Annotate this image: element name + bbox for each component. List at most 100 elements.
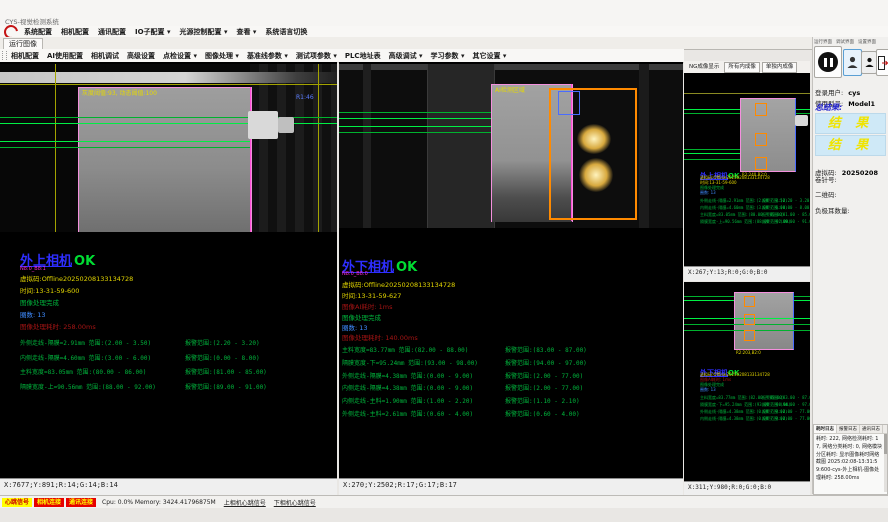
user-button[interactable] (843, 49, 862, 76)
tab-count-label: 负极耳数量: (815, 205, 850, 215)
heartbeat-status-badge: 心跳信号 (2, 498, 32, 507)
tool-advanced-settings[interactable]: 高级设置 (127, 51, 155, 61)
virtual-code: 虚拟码:Offline20250208133134728 (20, 273, 133, 283)
yellow-reference-line (55, 64, 56, 232)
tool-test-params[interactable]: 测试项参数 ▾ (296, 51, 337, 61)
measurement-list: 外侧走线-隔膜=2.91mm 范围:(2.00 - 3.50)报警范围:(2.2… (20, 338, 330, 396)
tool-other-settings[interactable]: 其它设置 ▾ (472, 51, 506, 61)
cpu-memory-text: Cpu: 0.0% Memory: 3424.41796875M (102, 499, 216, 506)
menu-language-switch[interactable]: 系统语言切换 (265, 27, 307, 37)
thumbnail-top-image[interactable]: R2:240,B2:0 外上相机OK 虚拟码:Offline2025020813… (684, 73, 810, 266)
threshold-overlay-text: 灰度阈值:93, 动态阈值:100 (82, 88, 157, 97)
process-elapsed: 图像处理耗时: 258.00ms (20, 321, 96, 331)
mini-measurement-list: 外侧走线-隔膜=2.91mm 范围:(2.00 - 3.50)报警范围:(2.2… (700, 198, 808, 226)
menubar: 系统配置 相机配置 通讯配置 IO子配置 ▾ 光源控制配置 ▾ 查看 ▾ 系统语… (0, 26, 888, 37)
turn-count: 圈数: 13 (700, 387, 716, 393)
qrcode-label: 二维码: (815, 189, 837, 199)
pixel-coords: X:7677;Y:891;R:14;G:14;B:14 (0, 479, 337, 489)
log-tab-comm[interactable]: 通讯日志 (860, 425, 883, 433)
tool-plc-table[interactable]: PLC地址表 (345, 51, 381, 61)
capture-time: 时间:13-31-59-627 (342, 290, 401, 300)
output-tag: N8:0_B8:1 (20, 266, 46, 272)
menu-view[interactable]: 查看 ▾ (236, 27, 256, 37)
app-window: CYS-视觉检测系统 系统配置 相机配置 通讯配置 IO子配置 ▾ 光源控制配置… (0, 0, 888, 522)
tool-ai-config[interactable]: AI使用配置 (47, 51, 83, 61)
thumbnail-bottom-image[interactable]: R2:203,B2:0 外下相机OK 虚拟码:Offline2025020813… (684, 282, 810, 481)
virtual-code: 虚拟码:Offline20250208133134728 (342, 279, 455, 289)
left-camera-image[interactable]: 灰度阈值:93, 动态阈值:100 R1:46 (0, 64, 337, 232)
log-tab-elapsed[interactable]: 耗时日志 (814, 425, 837, 433)
tab-all-image[interactable]: 所有内成像 (724, 62, 760, 73)
lower-camera-heartbeat-link[interactable]: 下相机心跳信号 (274, 498, 316, 507)
left-coord-bar: X:7677;Y:891;R:14;G:14;B:14 (0, 478, 337, 495)
tool-image-process[interactable]: 图像处理 ▾ (205, 51, 239, 61)
tool-spot-check[interactable]: 点检设置 ▾ (163, 51, 197, 61)
capture-time: 时间:13-31-59-600 (20, 285, 79, 295)
tab-single-image[interactable]: 单独内成像 (762, 62, 798, 73)
machine-rail (0, 72, 337, 83)
menu-comm-config[interactable]: 通讯配置 (98, 27, 126, 37)
tool-camera-debug[interactable]: 相机调试 (91, 51, 119, 61)
yellow-reference-line (318, 64, 319, 232)
left-camera-panel: 灰度阈值:93, 动态阈值:100 R1:46 外上相机OK N8:0_B8:1… (0, 62, 337, 478)
tool-learn-params[interactable]: 学习参数 ▾ (431, 51, 465, 61)
alarm-range: 报警范围:(0.00 - 8.00) (762, 205, 810, 211)
pixel-coords: X:267;Y:13;R:0;G:0;B:0 (684, 267, 810, 276)
mode-run[interactable]: 运行界面 (814, 39, 832, 45)
exit-button[interactable] (876, 49, 888, 76)
measurement-list: 主料宽度=83.77mm 范围:(82.00 - 88.00)报警范围:(83.… (342, 345, 677, 422)
log-tab-alarm[interactable]: 报警日志 (837, 425, 860, 433)
output-tag: N8:0_B8:0 (342, 271, 368, 277)
measurement-row: 外侧走线-主料=2.61mm 范围:(0.60 - 4.00)报警范围:(0.6… (342, 409, 677, 422)
operator-button[interactable] (861, 51, 877, 74)
log-panel: 耗时日志 报警日志 通讯日志 耗时: 222, 网络检测耗时: 17, 网络分类… (813, 424, 888, 495)
tab-ng-image[interactable]: NG成像显示 (686, 63, 722, 72)
alarm-range: 报警范围:(2.00 - 77.00) (762, 409, 810, 415)
sidebar-mode-tabs: 运行界面 调试界面 设置界面 (814, 39, 886, 45)
measurement-row: 外侧走线-隔膜=2.91mm 范围:(2.00 - 3.50)报警范围:(2.2… (20, 338, 330, 353)
comm-status-badge: 通讯连接 (66, 498, 96, 507)
pixel-coords: X:270;Y:2502;R:17;G:17;B:17 (339, 479, 683, 489)
measurement-row: 隔膜宽度-上=90.56mm 范围:(88.00 - 92.00)报警范围:(8… (20, 382, 330, 397)
middle-camera-image[interactable]: AI检测区域 (339, 64, 683, 228)
mini-measurement-list: 主料宽度=83.77mm 范围:(82.00 - 88.00)报警范围:(83.… (700, 395, 808, 423)
roi-box (744, 330, 755, 341)
measurement-row: 主料宽度=83.05mm 范围:(80.00 - 86.00)报警范围:(81.… (20, 367, 330, 382)
tool-baseline-params[interactable]: 基准线参数 ▾ (247, 51, 288, 61)
total-result-label: 总结果: (815, 102, 842, 113)
camera-status-badge: 相机连接 (34, 498, 64, 507)
user-icon (847, 56, 858, 69)
upper-camera-heartbeat-link[interactable]: 上相机心跳信号 (224, 498, 266, 507)
machine-background (250, 64, 337, 232)
log-scrollbar[interactable] (884, 434, 887, 492)
virtual-code-value: 20250208 (842, 169, 878, 177)
alarm-range: 报警范围:(83.00 - 87.00) (762, 395, 810, 401)
measure-value: 主料宽度=83.05mm 范围:(80.00 - 86.00) (20, 367, 146, 376)
measure-value: 外侧走线-隔膜=4.38mm 范围:(0.00 - 9.00) (342, 371, 473, 380)
menu-io-config[interactable]: IO子配置 ▾ (135, 27, 171, 37)
measure-line (0, 147, 250, 148)
turn-count: 圈数: 13 (20, 309, 46, 319)
mode-settings[interactable]: 设置界面 (858, 39, 876, 45)
tab-connector (795, 115, 808, 126)
toolbar-grip[interactable] (2, 51, 7, 60)
process-elapsed: 图像处理耗时: 140.00ms (342, 332, 418, 342)
model-value: Model1 (848, 100, 875, 108)
pause-button[interactable] (814, 46, 842, 78)
mode-debug[interactable]: 调试界面 (836, 39, 854, 45)
machine-column (639, 64, 649, 228)
measurement-row: 外侧走线-隔膜=4.38mm 范围:(0.00 - 9.00)报警范围:(2.0… (342, 371, 677, 384)
electrode-region-box (78, 87, 252, 232)
tool-advanced-debug[interactable]: 高级调试 ▾ (389, 51, 423, 61)
roi-box (744, 296, 755, 307)
menu-camera-config[interactable]: 相机配置 (61, 27, 89, 37)
measure-value: 主料宽度=83.77mm 范围:(82.00 - 88.00) (342, 345, 468, 354)
menu-system-config[interactable]: 系统配置 (24, 27, 52, 37)
result-box-upper: 结 果 (815, 113, 886, 134)
thumb-bottom-coord-bar: X:311;Y:980;R:0;G:0;B:0 (684, 481, 810, 495)
pause-icon (818, 52, 838, 72)
machine-rail (339, 64, 683, 70)
titlebar (0, 0, 888, 27)
tool-camera-config[interactable]: 相机配置 (11, 51, 39, 61)
menu-light-config[interactable]: 光源控制配置 ▾ (180, 27, 228, 37)
